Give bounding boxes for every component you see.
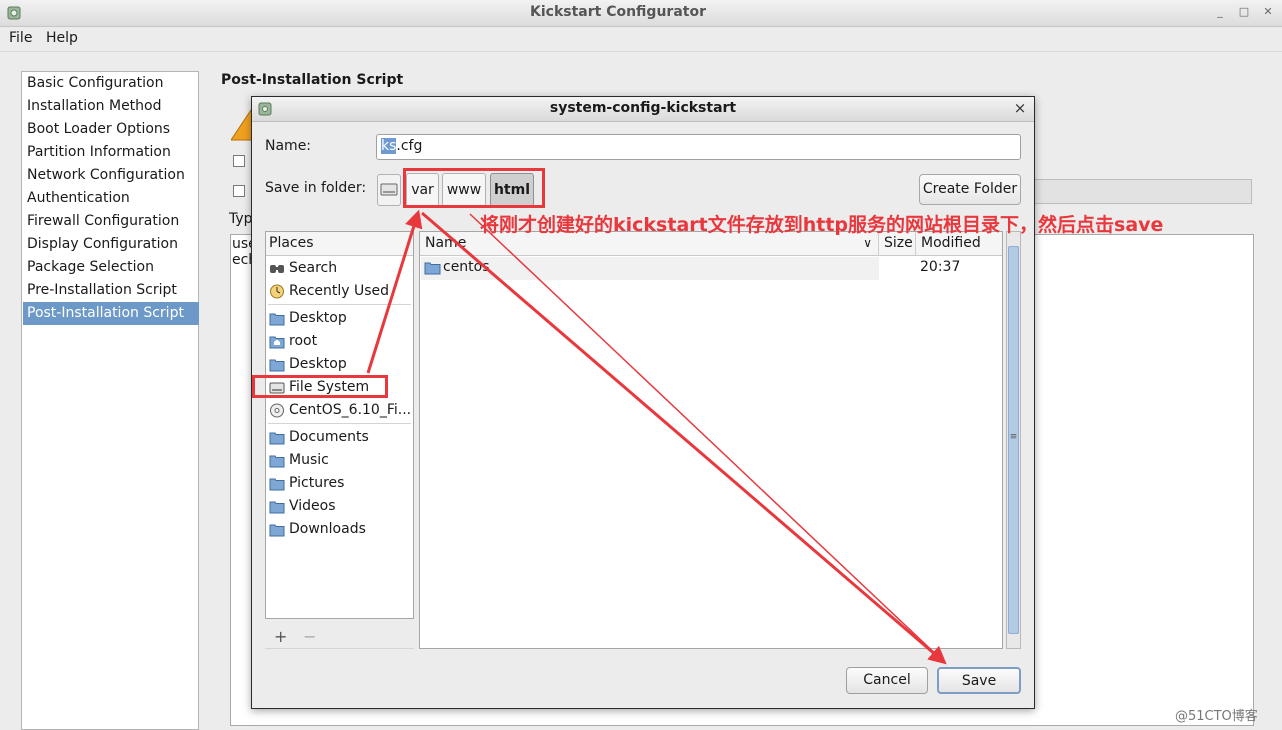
places-footer-separator xyxy=(265,648,414,649)
save-in-folder-label: Save in folder: xyxy=(265,180,367,196)
background-interpreter-field[interactable] xyxy=(1030,179,1252,204)
folder-icon xyxy=(269,359,285,372)
menu-bar: File Help xyxy=(0,27,1282,52)
script-type-label: Typ xyxy=(229,211,253,227)
cancel-button[interactable]: Cancel xyxy=(846,667,928,694)
filename-extension-text: .cfg xyxy=(396,138,423,154)
dialog-title: system-config-kickstart xyxy=(549,100,737,116)
name-label: Name: xyxy=(265,138,312,154)
sidebar: Basic Configuration Installation Method … xyxy=(21,71,199,730)
add-bookmark-button[interactable]: + xyxy=(274,627,287,646)
place-label: Desktop xyxy=(289,356,347,372)
dialog-titlebar[interactable]: system-config-kickstart × xyxy=(252,97,1034,122)
place-label: Videos xyxy=(289,498,336,514)
places-header: Places xyxy=(266,232,413,256)
folder-icon xyxy=(424,262,441,275)
drive-icon xyxy=(380,183,398,196)
filename-input[interactable]: ks.cfg xyxy=(376,134,1021,160)
annotation-text: 将刚才创建好的kickstart文件存放到http服务的网站根目录下，然后点击s… xyxy=(480,214,1164,236)
place-root[interactable]: root xyxy=(267,330,412,353)
place-videos[interactable]: Videos xyxy=(267,495,412,518)
clock-icon xyxy=(270,284,284,299)
place-downloads[interactable]: Downloads xyxy=(267,518,412,541)
create-folder-button[interactable]: Create Folder xyxy=(919,174,1021,205)
place-documents[interactable]: Documents xyxy=(267,426,412,449)
watermark: @51CTO博客 xyxy=(1175,709,1258,724)
place-desktop-2[interactable]: Desktop xyxy=(267,353,412,376)
sidebar-item-firewall-configuration[interactable]: Firewall Configuration xyxy=(23,210,199,233)
places-separator xyxy=(268,423,411,424)
background-checkbox-1[interactable] xyxy=(233,155,245,167)
folder-icon xyxy=(269,313,285,326)
search-icon xyxy=(270,265,284,273)
place-desktop[interactable]: Desktop xyxy=(267,307,412,330)
place-label: Downloads xyxy=(289,521,366,537)
save-dialog: system-config-kickstart × Name: ks.cfg S… xyxy=(251,96,1035,709)
place-label: Pictures xyxy=(289,475,345,491)
sidebar-item-boot-loader-options[interactable]: Boot Loader Options xyxy=(23,118,199,141)
close-window-button[interactable]: ✕ xyxy=(1261,5,1275,21)
sidebar-item-basic-configuration[interactable]: Basic Configuration xyxy=(23,72,199,95)
place-label: Music xyxy=(289,452,329,468)
place-label: root xyxy=(289,333,318,349)
menu-help[interactable]: Help xyxy=(46,30,78,46)
place-label: CentOS_6.10_Fi... xyxy=(289,402,412,418)
place-recently-used[interactable]: Recently Used xyxy=(267,280,412,303)
save-button[interactable]: Save xyxy=(937,667,1021,694)
disc-icon xyxy=(270,403,284,418)
folder-icon xyxy=(269,455,285,468)
sidebar-item-network-configuration[interactable]: Network Configuration xyxy=(23,164,199,187)
sidebar-item-display-configuration[interactable]: Display Configuration xyxy=(23,233,199,256)
path-toggle-button[interactable] xyxy=(377,174,401,206)
place-label: Documents xyxy=(289,429,369,445)
place-pictures[interactable]: Pictures xyxy=(267,472,412,495)
menu-file[interactable]: File xyxy=(9,30,32,46)
place-search[interactable]: Search xyxy=(267,257,412,280)
sidebar-item-installation-method[interactable]: Installation Method xyxy=(23,95,199,118)
remove-bookmark-button[interactable]: − xyxy=(303,627,316,646)
column-name-label: Name xyxy=(425,235,467,251)
scrollbar-grip-icon: ≡ xyxy=(1009,432,1018,442)
file-list-scrollbar[interactable]: ≡ xyxy=(1006,231,1021,649)
folder-icon xyxy=(269,501,285,514)
folder-icon xyxy=(269,432,285,445)
sidebar-item-pre-installation-script[interactable]: Pre-Installation Script xyxy=(23,279,199,302)
sidebar-item-package-selection[interactable]: Package Selection xyxy=(23,256,199,279)
folder-icon xyxy=(269,478,285,491)
place-label: Recently Used xyxy=(289,283,390,299)
file-list: Name ∨ Size Modified centos 20:37 xyxy=(419,231,1003,649)
place-label: Desktop xyxy=(289,310,347,326)
section-title: Post-Installation Script xyxy=(221,72,404,88)
dialog-close-button[interactable]: × xyxy=(1012,99,1028,117)
window-title: Kickstart Configurator xyxy=(530,4,706,20)
home-folder-icon xyxy=(269,336,285,349)
place-label: Search xyxy=(289,260,338,276)
window-titlebar[interactable]: Kickstart Configurator _ □ ✕ xyxy=(0,0,1282,27)
sidebar-item-authentication[interactable]: Authentication xyxy=(23,187,199,210)
background-checkbox-2[interactable] xyxy=(233,185,245,197)
places-separator xyxy=(268,304,411,305)
annotation-path-highlight xyxy=(403,168,545,208)
folder-icon xyxy=(269,524,285,537)
places-panel: Places Search Recently Used Desktop root xyxy=(265,231,414,619)
file-name: centos xyxy=(443,259,490,275)
place-centos-disc[interactable]: CentOS_6.10_Fi... xyxy=(267,399,412,422)
maximize-button[interactable]: □ xyxy=(1237,5,1251,21)
sidebar-item-partition-information[interactable]: Partition Information xyxy=(23,141,199,164)
place-music[interactable]: Music xyxy=(267,449,412,472)
sidebar-item-post-installation-script[interactable]: Post-Installation Script xyxy=(23,302,199,325)
file-modified: 20:37 xyxy=(920,259,961,275)
filename-selected-text: ks xyxy=(381,138,397,154)
table-row[interactable]: centos xyxy=(421,257,879,280)
annotation-filesystem-highlight xyxy=(252,375,388,398)
menu-separator xyxy=(0,51,1282,52)
minimize-button[interactable]: _ xyxy=(1213,5,1227,21)
